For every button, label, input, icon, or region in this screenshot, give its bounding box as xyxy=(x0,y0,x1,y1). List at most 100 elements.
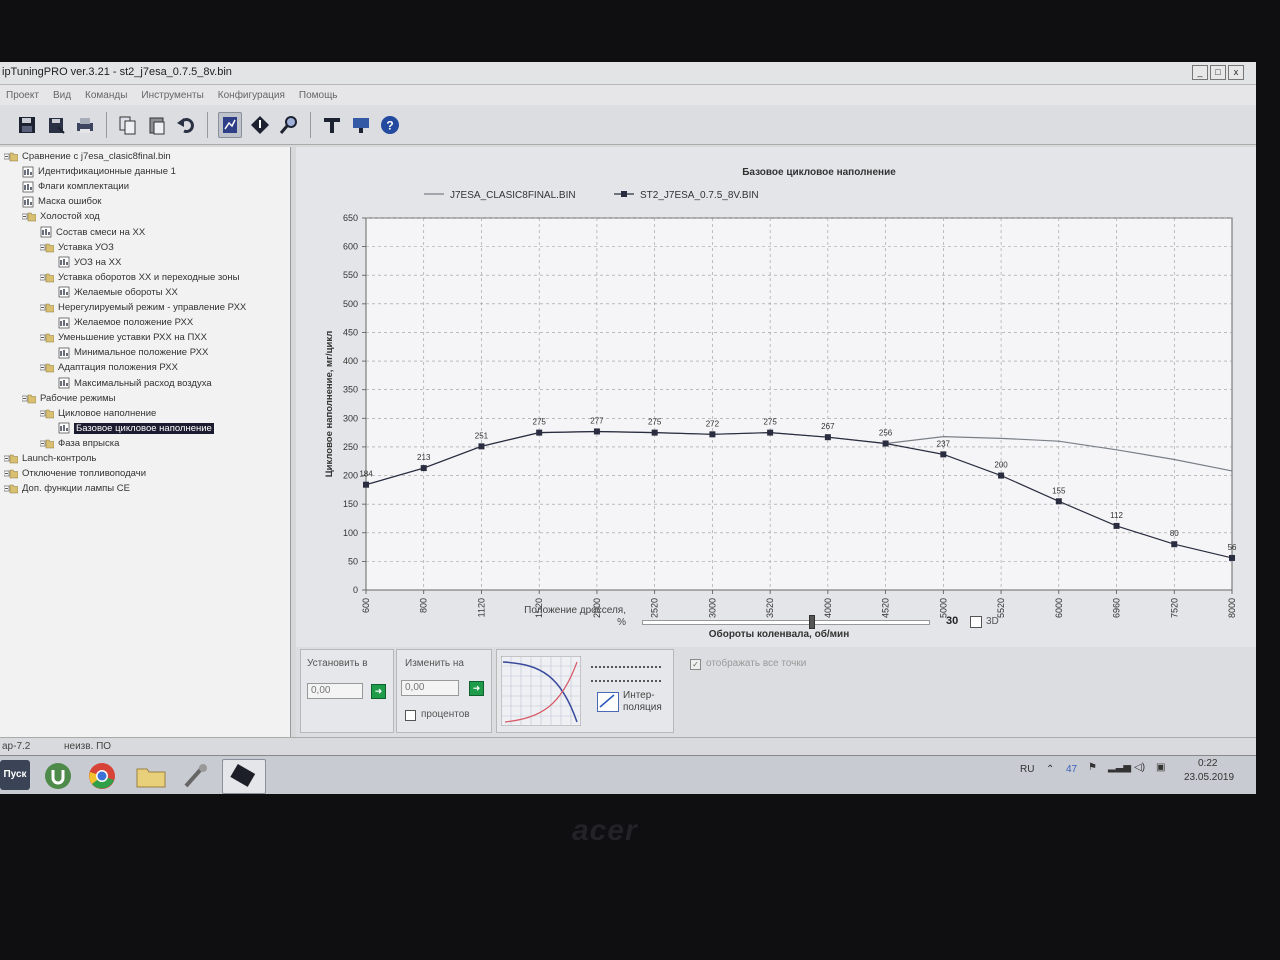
table-icon xyxy=(58,377,70,389)
percent-checkbox[interactable] xyxy=(405,710,416,721)
battery-indicator[interactable]: 47 xyxy=(1066,764,1077,775)
tree-item[interactable]: Максимальный расход воздуха xyxy=(58,376,212,391)
tree-folder[interactable]: Цикловое наполнение xyxy=(40,406,156,421)
tree-folder[interactable]: Фаза впрыска xyxy=(40,436,119,451)
x-tick-label: 600 xyxy=(361,598,371,613)
y-tick-label: 300 xyxy=(343,413,358,423)
change-value-apply-button[interactable]: ➜ xyxy=(469,681,484,696)
maximize-button[interactable]: □ xyxy=(1210,65,1226,80)
smooth-slider-2[interactable] xyxy=(591,670,661,682)
throttle-slider[interactable] xyxy=(642,615,930,629)
volume-icon[interactable]: ◁) xyxy=(1134,762,1145,773)
x-tick-label: 6960 xyxy=(1112,598,1122,618)
3d-checkbox[interactable] xyxy=(970,616,982,628)
tree-folder[interactable]: Холостой ход xyxy=(22,209,100,224)
set-value-group: Установить в 0,00 ➜ xyxy=(300,649,394,733)
data-label: 80 xyxy=(1170,529,1179,538)
clock-time[interactable]: 0:22 xyxy=(1198,758,1217,769)
taskbar-app-explorer[interactable] xyxy=(136,764,166,788)
toolbar-separator xyxy=(207,111,208,138)
taskbar-app-chrome[interactable] xyxy=(88,762,116,790)
tree-item[interactable]: УОЗ на ХХ xyxy=(58,255,121,270)
tree-item[interactable]: Минимальное положение РХХ xyxy=(58,345,208,360)
tree-folder[interactable]: Рабочие режимы xyxy=(22,391,115,406)
change-value-input[interactable]: 0,00 xyxy=(401,680,459,696)
tree-item[interactable]: Желаемые обороты ХХ xyxy=(58,285,178,300)
menu-configuration[interactable]: Конфигурация xyxy=(218,90,285,101)
slider-thumb[interactable] xyxy=(808,615,815,629)
tree-item[interactable]: Маска ошибок xyxy=(22,194,101,209)
set-value-input[interactable]: 0,00 xyxy=(307,683,363,699)
taskbar-app-iptuning[interactable] xyxy=(222,759,266,794)
menu-tools[interactable]: Инструменты xyxy=(141,90,203,101)
data-point xyxy=(998,472,1005,479)
tree-item[interactable]: Состав смеси на ХХ xyxy=(40,225,145,240)
toolbar-separator xyxy=(310,111,311,138)
data-point xyxy=(593,428,600,435)
tree-folder[interactable]: Отключение топливоподачи xyxy=(4,466,146,481)
undo-button[interactable] xyxy=(175,113,197,137)
tree-folder[interactable]: Launch-контроль xyxy=(4,451,96,466)
clock-date[interactable]: 23.05.2019 xyxy=(1184,772,1234,783)
network-icon xyxy=(353,117,369,133)
menu-help[interactable]: Помощь xyxy=(299,90,338,101)
save-as-icon xyxy=(49,117,65,134)
taskbar-app-tools[interactable] xyxy=(182,762,210,790)
tree-folder[interactable]: Уставка оборотов ХХ и переходные зоны xyxy=(40,270,240,285)
print-button[interactable] xyxy=(74,113,96,137)
flag-icon[interactable]: ⚑ xyxy=(1088,762,1097,773)
paste-button[interactable] xyxy=(146,113,168,137)
tree-folder[interactable]: Уменьшение уставки РХХ на ПХХ xyxy=(40,330,207,345)
save-as-button[interactable] xyxy=(45,113,67,137)
device-icon[interactable]: ▣ xyxy=(1156,762,1165,773)
help-button[interactable]: ? xyxy=(379,113,401,137)
language-indicator[interactable]: RU xyxy=(1020,764,1034,775)
save-icon xyxy=(19,116,35,133)
folder-icon xyxy=(40,362,54,373)
tree-item[interactable]: Базовое цикловое наполнение xyxy=(58,421,214,436)
chip-icon xyxy=(230,763,256,787)
tools-button[interactable] xyxy=(321,113,343,137)
data-label: 112 xyxy=(1110,511,1123,520)
tree-item[interactable]: Идентификационные данные 1 xyxy=(22,164,176,179)
tree-folder[interactable]: Сравнение с j7esa_clasic8final.bin xyxy=(4,149,171,164)
search-button[interactable] xyxy=(278,113,300,137)
signal-icon[interactable]: ▂▃▅ xyxy=(1108,762,1131,773)
tree-folder[interactable]: Уставка УОЗ xyxy=(40,240,114,255)
interpolation-button[interactable] xyxy=(597,692,619,712)
y-tick-label: 200 xyxy=(343,471,358,481)
search-icon xyxy=(279,115,297,134)
save-button[interactable] xyxy=(16,113,38,137)
y-tick-label: 400 xyxy=(343,356,358,366)
chart-view-button[interactable] xyxy=(218,111,242,138)
menu-commands[interactable]: Команды xyxy=(85,90,127,101)
set-value-apply-button[interactable]: ➜ xyxy=(371,684,386,699)
menu-view[interactable]: Вид xyxy=(53,90,71,101)
diamond-tool-button[interactable] xyxy=(249,113,271,137)
tree-folder[interactable]: Адаптация положения РХХ xyxy=(40,360,178,375)
y-tick-label: 350 xyxy=(343,385,358,395)
start-button[interactable]: Пуск xyxy=(0,760,30,790)
tray-expand-icon[interactable]: ⌃ xyxy=(1046,764,1054,775)
tree-item[interactable]: Желаемое положение РХХ xyxy=(58,315,193,330)
acer-logo: acer xyxy=(572,814,638,847)
menu-project[interactable]: Проект xyxy=(6,90,39,101)
taskbar-app-utorrent[interactable] xyxy=(44,762,72,790)
data-label: 237 xyxy=(937,439,951,448)
tree-folder[interactable]: Нерегулируемый режим - управление РХХ xyxy=(40,300,246,315)
show-points-checkbox[interactable]: ✓ xyxy=(690,659,701,670)
tree-folder[interactable]: Доп. функции лампы CE xyxy=(4,481,130,496)
slider-track xyxy=(642,620,930,625)
tree-label: Нерегулируемый режим - управление РХХ xyxy=(58,302,247,313)
tree-label: Уставка УОЗ xyxy=(58,241,114,253)
tree-item[interactable]: Флаги комплектации xyxy=(22,179,129,194)
data-label: 155 xyxy=(1052,486,1066,495)
close-button[interactable]: x xyxy=(1228,65,1244,80)
curve-preview-icon[interactable] xyxy=(501,656,581,726)
data-label: 267 xyxy=(821,422,835,431)
connect-button[interactable] xyxy=(350,113,372,137)
change-value-label: Изменить на xyxy=(405,658,464,669)
copy-button[interactable] xyxy=(117,113,139,137)
smooth-slider-1[interactable] xyxy=(591,656,661,668)
minimize-button[interactable]: _ xyxy=(1192,65,1208,80)
